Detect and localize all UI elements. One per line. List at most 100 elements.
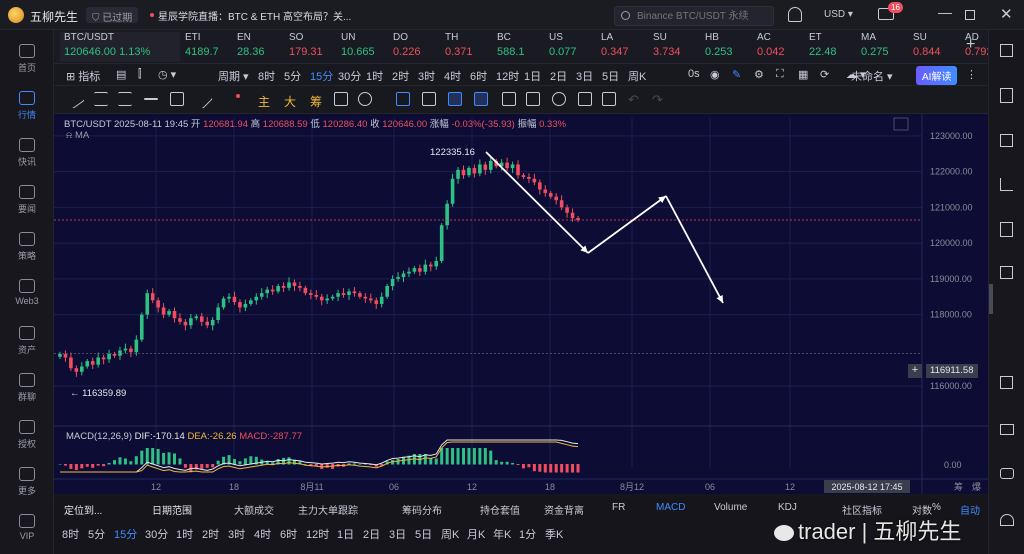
bottom-interval-4[interactable]: 1时 — [176, 526, 193, 542]
draw-label-big[interactable]: 大 — [284, 93, 296, 110]
nav-item-5[interactable]: Web3 — [0, 279, 54, 306]
redo-icon[interactable]: ↷ — [652, 92, 663, 108]
nav-item-2[interactable]: 快讯 — [0, 138, 54, 168]
ticker-13[interactable]: ET 22.48 — [809, 32, 856, 62]
list-icon[interactable] — [1000, 134, 1013, 147]
bottom-interval-11[interactable]: 2日 — [363, 526, 380, 542]
trash-icon[interactable] — [602, 92, 616, 106]
ticker-10[interactable]: SU 3.734 — [653, 32, 700, 62]
bottom-interval-0[interactable]: 8时 — [62, 526, 79, 542]
interval-2[interactable]: 15分 — [310, 68, 333, 84]
bottom-interval-12[interactable]: 3日 — [389, 526, 406, 542]
indicator-tab-4[interactable]: 资金背离 — [544, 502, 584, 517]
nav-item-3[interactable]: 要闻 — [0, 185, 54, 215]
bottom-interval-13[interactable]: 5日 — [415, 526, 432, 542]
headset-icon[interactable] — [1000, 514, 1014, 526]
indicator-tab-1[interactable]: 主力大单跟踪 — [298, 502, 358, 517]
ticker-6[interactable]: TH 0.371 — [445, 32, 492, 62]
unnamed-layout[interactable]: 未命名 ▾ — [851, 68, 893, 84]
indicator-tab-5[interactable]: FR — [612, 502, 625, 513]
interval-6[interactable]: 3时 — [418, 68, 435, 84]
eraser-icon[interactable] — [422, 92, 436, 106]
interval-4[interactable]: 1时 — [366, 68, 383, 84]
undo-icon[interactable]: ↶ — [628, 92, 639, 108]
trendline-tool-icon[interactable] — [65, 89, 85, 109]
ticker-0[interactable]: BTC/USDT 120646.00 1.13% — [60, 32, 180, 62]
interval-8[interactable]: 6时 — [470, 68, 487, 84]
draw-label-chips[interactable]: 筹 — [310, 93, 322, 110]
notes-icon[interactable] — [1000, 88, 1013, 103]
bell-icon[interactable] — [788, 7, 802, 22]
add-ticker-button[interactable]: + — [966, 36, 975, 54]
maximize-button[interactable] — [965, 10, 975, 20]
bottom-interval-16[interactable]: 年K — [493, 526, 511, 542]
bottom-interval-14[interactable]: 周K — [441, 526, 459, 542]
bottom-interval-18[interactable]: 季K — [545, 526, 563, 542]
currency-select[interactable]: USD ▾ — [824, 9, 853, 20]
filter-icon[interactable] — [578, 92, 592, 106]
chart-option-2[interactable]: % — [932, 502, 941, 513]
ticker-3[interactable]: SO 179.31 — [289, 32, 336, 62]
close-button[interactable]: ✕ — [1000, 5, 1013, 23]
bottom-interval-10[interactable]: 1日 — [337, 526, 354, 542]
document-icon[interactable] — [1000, 222, 1013, 237]
ai-button[interactable]: AI解读 — [916, 66, 958, 85]
interval-11[interactable]: 2日 — [550, 68, 567, 84]
period-select[interactable]: 周期 ▾ — [218, 68, 249, 84]
indicator-tab-8[interactable]: KDJ — [778, 502, 797, 513]
bottom-interval-9[interactable]: 12时 — [306, 526, 329, 542]
more-icon[interactable]: ⋮ — [966, 68, 977, 81]
interval-seconds[interactable]: 0s — [688, 68, 700, 80]
bottom-interval-8[interactable]: 6时 — [280, 526, 297, 542]
nav-item-10[interactable]: VIP — [0, 514, 54, 541]
nav-item-6[interactable]: 资产 — [0, 326, 54, 356]
interval-12[interactable]: 3日 — [576, 68, 593, 84]
nav-item-4[interactable]: 策略 — [0, 232, 54, 262]
pattern-tool-icon[interactable] — [474, 92, 488, 106]
bottom-interval-5[interactable]: 2时 — [202, 526, 219, 542]
nav-item-9[interactable]: 更多 — [0, 467, 54, 497]
draw-label-main[interactable]: 主 — [258, 93, 270, 110]
interval-10[interactable]: 1日 — [524, 68, 541, 84]
collapse-handle[interactable] — [989, 284, 993, 314]
date-range-select[interactable]: 日期范围 — [152, 502, 192, 517]
minimize-button[interactable]: — — [938, 4, 952, 20]
ticker-5[interactable]: DO 0.226 — [393, 32, 440, 62]
calendar-icon[interactable] — [1000, 266, 1013, 279]
grid-icon[interactable] — [1000, 376, 1013, 389]
ticker-4[interactable]: UN 10.665 — [341, 32, 388, 62]
parallel-lines-tool-icon[interactable] — [118, 92, 132, 106]
message-icon[interactable] — [1000, 468, 1014, 479]
interval-0[interactable]: 8时 — [258, 68, 275, 84]
path-tool-icon[interactable] — [448, 92, 462, 106]
plus-button[interactable]: + — [908, 364, 922, 378]
bottom-interval-1[interactable]: 5分 — [88, 526, 105, 542]
eye-icon[interactable] — [358, 92, 372, 106]
sync-icon[interactable]: ⟳ — [820, 68, 829, 81]
layout-icon[interactable] — [1000, 44, 1013, 57]
nav-item-7[interactable]: 群聊 — [0, 373, 54, 403]
magnet-icon[interactable] — [552, 92, 566, 106]
ticker-7[interactable]: BC 588.1 — [497, 32, 544, 62]
calendar-icon[interactable]: ▤ — [116, 68, 126, 81]
horizontal-line-tool-icon[interactable] — [94, 92, 108, 106]
monitor-icon[interactable] — [1000, 424, 1014, 435]
ticker-12[interactable]: AC 0.042 — [757, 32, 804, 62]
bottom-interval-17[interactable]: 1分 — [519, 526, 536, 542]
ticker-8[interactable]: US 0.077 — [549, 32, 596, 62]
news-ticker[interactable]: 星辰学院直播：BTC & ETH 高空布局？关... — [158, 8, 351, 23]
indicator-tab-0[interactable]: 大额成交 — [234, 502, 274, 517]
interval-14[interactable]: 周K — [628, 68, 646, 84]
interval-1[interactable]: 5分 — [284, 68, 301, 84]
ticker-14[interactable]: MA 0.275 — [861, 32, 908, 62]
bottom-interval-3[interactable]: 30分 — [145, 526, 168, 542]
interval-7[interactable]: 4时 — [444, 68, 461, 84]
ticker-9[interactable]: LA 0.347 — [601, 32, 648, 62]
rectangle-tool-icon[interactable] — [170, 92, 184, 106]
bottom-interval-6[interactable]: 3时 — [228, 526, 245, 542]
bottom-interval-2[interactable]: 15分 — [114, 526, 137, 542]
chart-area[interactable]: 123000.00 122000.00 121000.00 120000.00 1190… — [54, 114, 988, 494]
ticker-11[interactable]: HB 0.253 — [705, 32, 752, 62]
nav-item-0[interactable]: 首页 — [0, 44, 54, 74]
hline-tool-icon[interactable] — [144, 98, 158, 100]
